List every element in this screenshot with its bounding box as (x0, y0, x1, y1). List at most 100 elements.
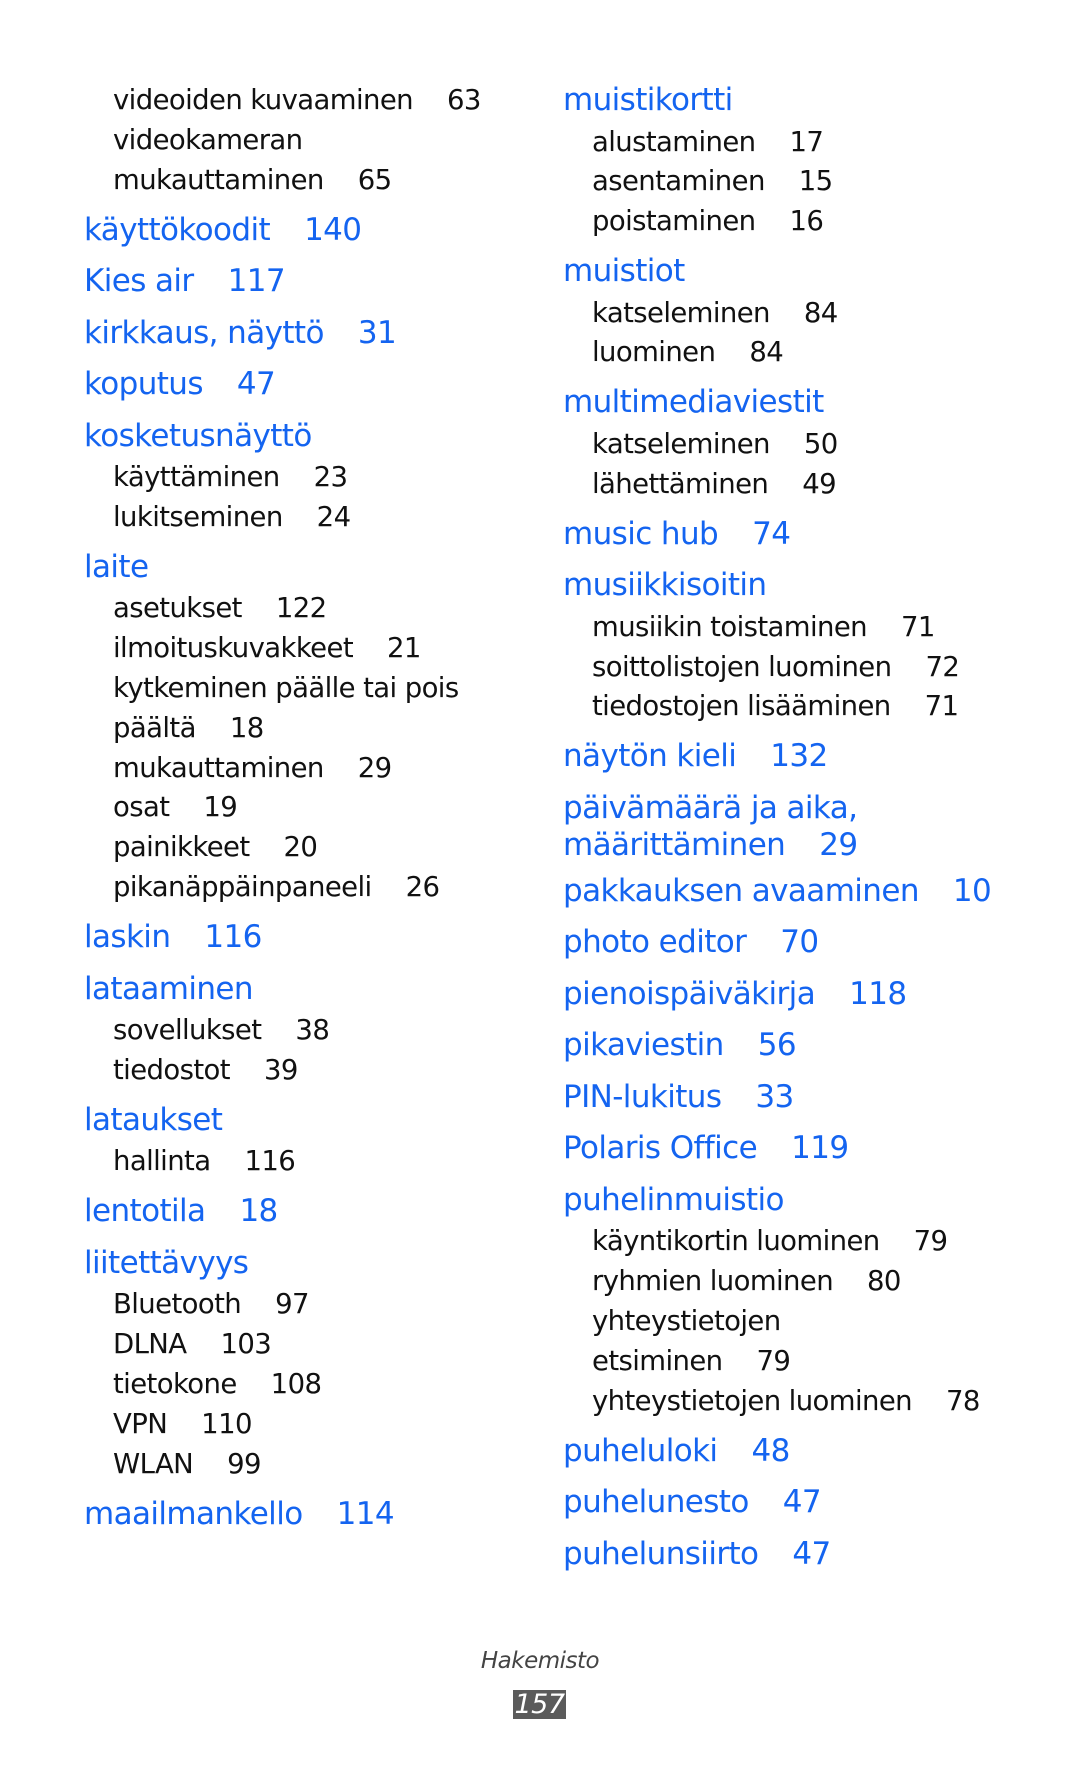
entry-page-number[interactable]: 117 (228, 263, 286, 299)
entry-page-number[interactable]: 16 (790, 205, 824, 237)
entry-term: määrittäminen (563, 826, 786, 863)
entry-page-number[interactable]: 84 (749, 336, 783, 368)
entry-page-number[interactable]: 97 (275, 1288, 309, 1320)
index-heading: laskin 116 (84, 919, 262, 955)
index-subentry: osat 19 (113, 791, 238, 824)
index-heading: käyttökoodit 140 (84, 212, 362, 248)
entry-page-number[interactable]: 47 (783, 1484, 822, 1520)
index-heading: pikaviestin 56 (563, 1027, 797, 1063)
entry-page-number[interactable]: 99 (227, 1448, 261, 1480)
entry-page-number[interactable]: 103 (220, 1328, 271, 1360)
entry-term: VPN (113, 1407, 168, 1440)
entry-page-number[interactable]: 84 (804, 297, 838, 329)
index-subentry: asentaminen 15 (592, 165, 833, 197)
entry-page-number[interactable]: 79 (756, 1345, 790, 1377)
entry-page-number[interactable]: 116 (244, 1145, 295, 1177)
index-heading: muistiot (563, 253, 685, 289)
index-heading: Polaris Office 119 (563, 1130, 849, 1166)
entry-term: videokameran (113, 123, 303, 156)
index-heading: päivämäärä ja aika, (563, 790, 858, 826)
entry-page-number[interactable]: 18 (239, 1193, 278, 1229)
index-heading: musiikkisoitin (563, 567, 767, 603)
entry-page-number[interactable]: 39 (264, 1054, 298, 1086)
index-subentry: ryhmien luominen 80 (592, 1265, 901, 1297)
entry-term: pienoispäiväkirja (563, 975, 816, 1012)
entry-page-number[interactable]: 116 (204, 919, 262, 955)
index-subentry: kytkeminen päälle tai pois (113, 672, 459, 704)
index-subentry: videoiden kuvaaminen 63 (113, 84, 481, 116)
entry-page-number[interactable]: 80 (867, 1265, 901, 1297)
index-heading: music hub 74 (563, 516, 791, 552)
index-heading: lataaminen (84, 971, 254, 1007)
entry-page-number[interactable]: 74 (752, 516, 791, 552)
index-subentry: hallinta 116 (113, 1145, 296, 1177)
index-heading: määrittäminen 29 (563, 826, 858, 863)
entry-page-number[interactable]: 118 (849, 976, 907, 1012)
entry-page-number[interactable]: 17 (790, 126, 824, 158)
entry-term: ryhmien luominen (592, 1265, 834, 1298)
entry-page-number[interactable]: 132 (770, 738, 828, 774)
entry-term: osat (113, 791, 170, 824)
entry-term: puhelunsiirto (563, 1535, 759, 1572)
entry-term: käyttäminen (113, 461, 280, 494)
entry-page-number[interactable]: 79 (914, 1225, 948, 1257)
index-subentry: tietokone 108 (113, 1368, 322, 1400)
entry-page-number[interactable]: 38 (295, 1014, 329, 1046)
entry-page-number[interactable]: 65 (358, 164, 392, 196)
entry-page-number[interactable]: 19 (203, 791, 237, 823)
entry-page-number[interactable]: 10 (953, 873, 992, 909)
entry-page-number[interactable]: 108 (271, 1368, 322, 1400)
entry-term: puhelinmuistio (563, 1181, 784, 1218)
entry-page-number[interactable]: 122 (276, 592, 327, 624)
entry-page-number[interactable]: 20 (284, 831, 318, 863)
entry-term: photo editor (563, 924, 747, 961)
entry-term: mukauttaminen (113, 751, 324, 784)
index-subentry: yhteystietojen (592, 1305, 781, 1337)
entry-term: muistikortti (563, 82, 733, 118)
entry-term: laskin (84, 919, 171, 955)
entry-page-number[interactable]: 47 (237, 366, 276, 402)
entry-page-number[interactable]: 78 (946, 1385, 980, 1417)
entry-term: poistaminen (592, 205, 756, 238)
entry-page-number[interactable]: 24 (317, 501, 351, 533)
entry-page-number[interactable]: 50 (804, 428, 838, 460)
entry-term: puheluloki (563, 1432, 718, 1469)
entry-term: katseleminen (592, 427, 770, 460)
entry-page-number[interactable]: 49 (802, 468, 836, 500)
entry-page-number[interactable]: 140 (304, 212, 362, 248)
entry-term: kytkeminen päälle tai pois (113, 672, 459, 704)
entry-page-number[interactable]: 26 (406, 871, 440, 903)
index-heading: puheluloki 48 (563, 1433, 790, 1469)
index-heading: liitettävyys (84, 1245, 249, 1281)
entry-page-number[interactable]: 21 (387, 632, 421, 664)
entry-term: soittolistojen luominen (592, 650, 892, 683)
index-subentry: ilmoituskuvakkeet 21 (113, 632, 421, 664)
index-subentry: VPN 110 (113, 1408, 252, 1440)
entry-page-number[interactable]: 70 (780, 924, 819, 960)
entry-page-number[interactable]: 15 (799, 165, 833, 197)
entry-page-number[interactable]: 114 (337, 1496, 395, 1532)
index-subentry: videokameran (113, 124, 303, 156)
entry-page-number[interactable]: 63 (447, 84, 481, 116)
entry-page-number[interactable]: 47 (792, 1536, 831, 1572)
index-heading: lentotila 18 (84, 1193, 278, 1229)
entry-page-number[interactable]: 33 (755, 1079, 794, 1115)
index-subentry: käyttäminen 23 (113, 461, 348, 494)
entry-page-number[interactable]: 18 (230, 712, 264, 744)
entry-page-number[interactable]: 29 (358, 752, 392, 784)
entry-page-number[interactable]: 23 (314, 461, 348, 493)
index-subentry: soittolistojen luominen 72 (592, 650, 960, 683)
entry-page-number[interactable]: 29 (819, 827, 858, 863)
entry-page-number[interactable]: 31 (358, 315, 397, 351)
index-subentry: yhteystietojen luominen 78 (592, 1385, 980, 1417)
entry-page-number[interactable]: 48 (751, 1433, 790, 1469)
entry-page-number[interactable]: 56 (758, 1027, 797, 1063)
entry-page-number[interactable]: 71 (925, 690, 959, 722)
index-heading: laite (84, 549, 149, 585)
entry-page-number[interactable]: 110 (201, 1408, 252, 1440)
index-subentry: asetukset 122 (113, 592, 327, 624)
index-heading: pakkauksen avaaminen 10 (563, 873, 992, 909)
entry-page-number[interactable]: 71 (901, 611, 935, 643)
entry-page-number[interactable]: 72 (925, 651, 959, 683)
entry-page-number[interactable]: 119 (791, 1130, 849, 1166)
